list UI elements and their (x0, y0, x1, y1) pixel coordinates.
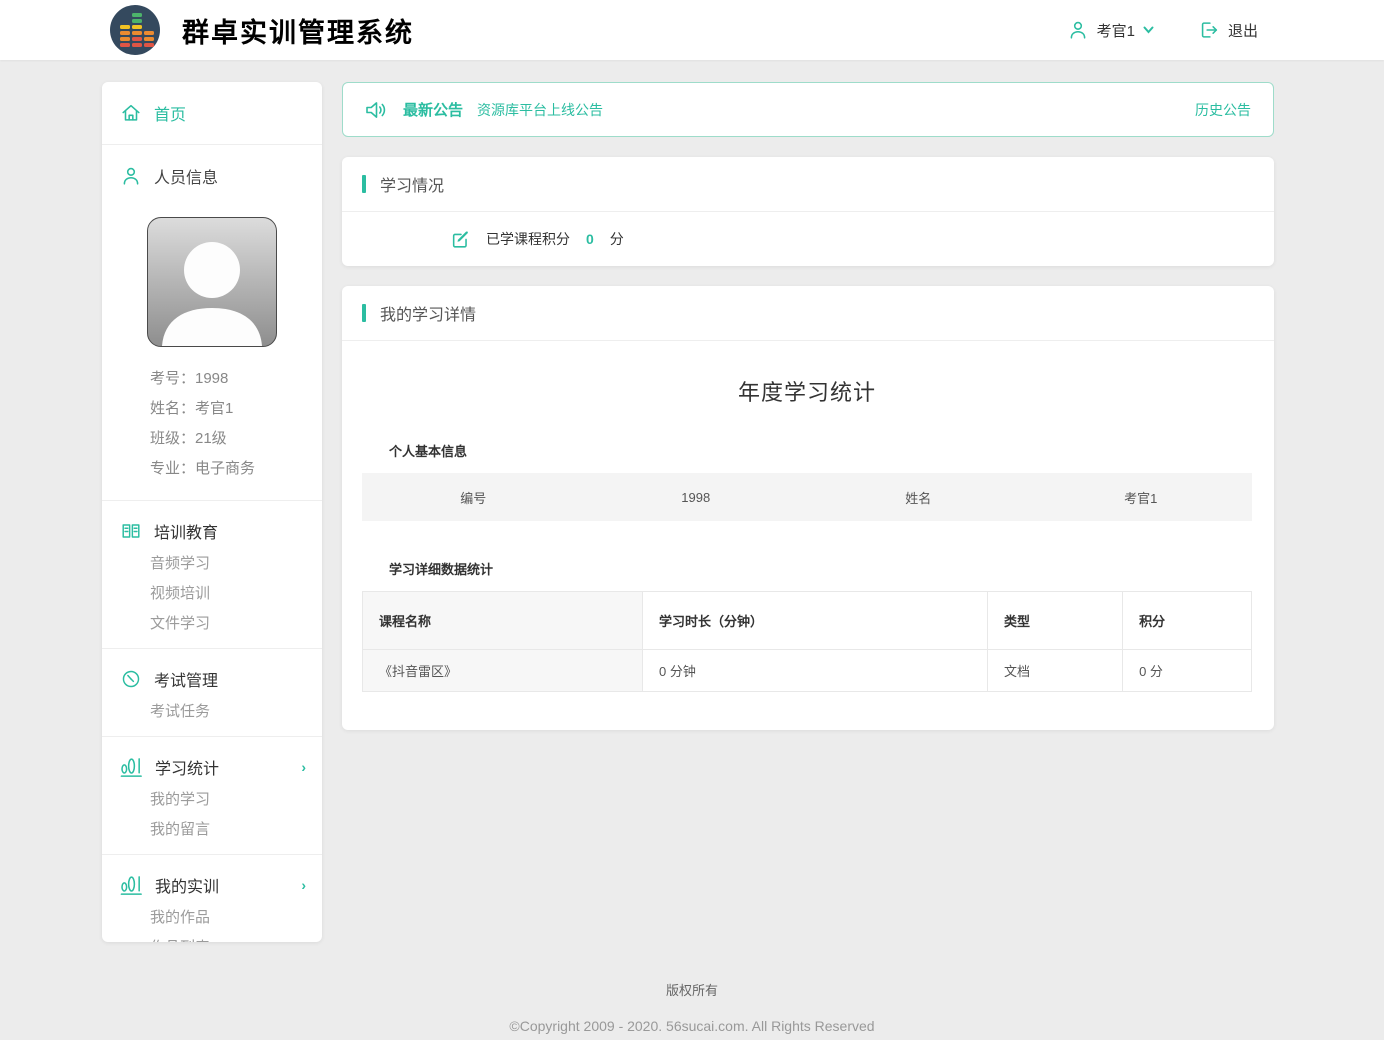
app-title: 群卓实训管理系统 (182, 11, 414, 50)
sidebar-item-my-works[interactable]: 我的作品 (102, 903, 322, 933)
speaker-icon (363, 97, 389, 123)
sidebar-group-study-stats: 学习统计 › 我的学习 我的留言 (102, 737, 322, 854)
announcement-badge: 最新公告 (403, 99, 463, 120)
announcement-banner: 最新公告 资源库平台上线公告 历史公告 (342, 82, 1274, 137)
basic-info-row: 编号 1998 姓名 考官1 (362, 473, 1252, 521)
sidebar-item-home[interactable]: 首页 (102, 82, 322, 144)
report-title: 年度学习统计 (362, 375, 1252, 407)
app-header: 群卓实训管理系统 考官1 (0, 0, 1384, 60)
table-row: 《抖音雷区》 0 分钟 文档 0 分 (363, 650, 1252, 692)
study-status-body: 已学课程积分 0 分 (342, 212, 1274, 266)
logout-button[interactable]: 退出 (1198, 19, 1258, 41)
sidebar-item-profile[interactable]: 人员信息 (102, 145, 322, 207)
profile-field-name: 姓名：考官1 (150, 394, 312, 424)
chevron-right-icon[interactable]: › (301, 759, 306, 775)
stats-col-score: 积分 (1123, 592, 1252, 650)
profile-field-exam-no: 考号：1998 (150, 364, 312, 394)
basic-info-cell: 考官1 (1030, 488, 1253, 507)
history-announcements-link[interactable]: 历史公告 (1195, 100, 1251, 120)
clock-icon (120, 668, 142, 690)
study-status-header: 学习情况 (342, 157, 1274, 212)
sidebar-item-my-messages[interactable]: 我的留言 (102, 815, 322, 845)
study-status-value: 0 (586, 231, 594, 247)
sidebar-item-file-study[interactable]: 文件学习 (102, 609, 322, 639)
content: 首页 人员信息 考号：1998 姓名 (0, 60, 1384, 942)
basic-info-cell: 姓名 (807, 488, 1030, 507)
header-right: 考官1 退出 (1067, 19, 1258, 41)
sidebar-profile-label: 人员信息 (154, 164, 218, 188)
basic-info-cell: 编号 (362, 488, 585, 507)
sidebar-item-video-training[interactable]: 视频培训 (102, 579, 322, 609)
chevron-right-icon[interactable]: › (301, 877, 306, 893)
study-status-card: 学习情况 已学课程积分 0 分 (342, 157, 1274, 266)
stats-cell-course: 《抖音雷区》 (363, 650, 643, 692)
study-detail-header: 我的学习详情 (342, 286, 1274, 341)
sidebar-training-label: 培训教育 (154, 519, 218, 543)
stats-cell-score: 0 分 (1123, 650, 1252, 692)
sidebar-group-my-practice: 我的实训 › 我的作品 作品列表 (102, 855, 322, 942)
bar-chart-icon (120, 875, 143, 896)
sidebar-item-training[interactable]: 培训教育 (102, 513, 322, 549)
announcement-link[interactable]: 资源库平台上线公告 (477, 100, 603, 120)
sidebar-item-study-stats[interactable]: 学习统计 › (102, 749, 322, 785)
user-icon (1067, 19, 1089, 41)
section-tick (362, 175, 366, 193)
main: 最新公告 资源库平台上线公告 历史公告 学习情况 已 (342, 82, 1274, 730)
stats-table: 课程名称 学习时长（分钟） 类型 积分 《抖音雷区》 0 分钟 文档 (362, 591, 1252, 692)
stats-label: 学习详细数据统计 (389, 559, 1252, 578)
page-footer: 版权所有 ©Copyright 2009 - 2020. 56sucai.com… (0, 980, 1384, 1034)
basic-info-cell: 1998 (585, 490, 808, 505)
sidebar-exam-label: 考试管理 (154, 667, 218, 691)
study-detail-card: 我的学习详情 年度学习统计 个人基本信息 编号 1998 姓名 考官1 学习详细… (342, 286, 1274, 730)
study-detail-body: 年度学习统计 个人基本信息 编号 1998 姓名 考官1 学习详细数据统计 课程… (342, 341, 1274, 730)
chevron-down-icon (1143, 26, 1154, 34)
stats-cell-type: 文档 (987, 650, 1122, 692)
sidebar-item-my-practice[interactable]: 我的实训 › (102, 867, 322, 903)
sidebar-item-my-study[interactable]: 我的学习 (102, 785, 322, 815)
profile-field-class: 班级：21级 (150, 424, 312, 454)
sidebar-group-training: 培训教育 音频学习 视频培训 文件学习 (102, 501, 322, 648)
stats-header-row: 课程名称 学习时长（分钟） 类型 积分 (363, 592, 1252, 650)
sidebar-item-exam-task[interactable]: 考试任务 (102, 697, 322, 727)
study-detail-title: 我的学习详情 (380, 301, 476, 325)
sidebar-group-exam: 考试管理 考试任务 (102, 649, 322, 736)
sidebar-home-label: 首页 (154, 101, 186, 125)
avatar (147, 217, 277, 347)
profile-field-major: 专业：电子商务 (150, 454, 312, 484)
app-logo-icon (110, 5, 160, 55)
stats-col-type: 类型 (987, 592, 1122, 650)
sidebar-item-exam[interactable]: 考试管理 (102, 661, 322, 697)
footer-line1: 版权所有 (0, 980, 1384, 999)
sidebar-study-stats-label: 学习统计 (155, 755, 219, 779)
section-tick (362, 304, 366, 322)
profile-fields: 考号：1998 姓名：考官1 班级：21级 专业：电子商务 (102, 347, 322, 500)
user-menu[interactable]: 考官1 (1067, 19, 1154, 41)
bar-chart-icon (120, 757, 143, 778)
footer-line2: ©Copyright 2009 - 2020. 56sucai.com. All… (0, 1018, 1384, 1034)
sidebar-item-audio-study[interactable]: 音频学习 (102, 549, 322, 579)
stats-col-duration: 学习时长（分钟） (643, 592, 988, 650)
sidebar: 首页 人员信息 考号：1998 姓名 (102, 82, 322, 942)
stats-cell-duration: 0 分钟 (643, 650, 988, 692)
user-name: 考官1 (1097, 20, 1135, 41)
book-icon (120, 520, 142, 542)
study-status-unit: 分 (610, 229, 624, 249)
edit-icon (450, 228, 472, 250)
logout-label: 退出 (1228, 20, 1258, 41)
study-status-title: 学习情况 (380, 172, 444, 196)
person-icon (120, 165, 142, 187)
home-icon (120, 102, 142, 124)
basic-info-label: 个人基本信息 (389, 441, 1252, 460)
page: 群卓实训管理系统 考官1 (0, 0, 1384, 1040)
sidebar-my-practice-label: 我的实训 (155, 873, 219, 897)
sidebar-item-works-list[interactable]: 作品列表 (102, 933, 322, 942)
study-status-label: 已学课程积分 (486, 229, 570, 249)
logout-icon (1198, 19, 1220, 41)
stats-col-course: 课程名称 (363, 592, 643, 650)
